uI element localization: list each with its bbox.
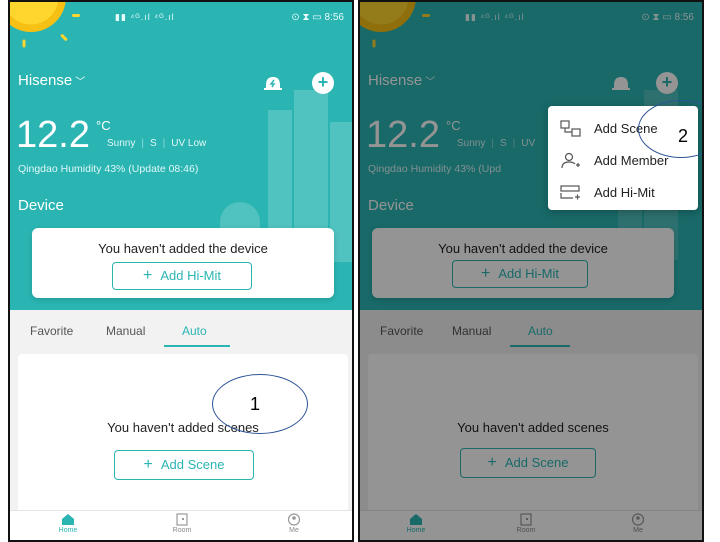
add-scene-label: Add Scene	[160, 457, 225, 472]
temperature: 12.2	[16, 114, 90, 156]
left-phone-screenshot: ▮▮ ⁴ᴳ.ıl ⁴ᴳ.ıl ⊙ ⧗ ▭ 8:56 Hisense ﹀ + 12.…	[8, 0, 354, 542]
weather-condition: Sunny	[107, 138, 136, 149]
temperature-unit: °C	[96, 118, 111, 133]
nav-home-label: Home	[58, 527, 78, 534]
wind-direction: S	[149, 138, 157, 149]
add-button[interactable]: +	[312, 72, 334, 94]
uv-index: UV Low	[171, 138, 207, 149]
add-hi-mit-label: Add Hi-Mit	[160, 268, 222, 283]
add-member-icon	[561, 152, 580, 169]
add-device-icon	[560, 185, 580, 200]
scene-empty-text: You haven't added scenes	[107, 420, 259, 435]
bell-icon[interactable]	[262, 72, 284, 94]
nav-room[interactable]: Room	[152, 513, 212, 534]
menu-add-hi-mit-label: Add Hi-Mit	[594, 185, 655, 200]
signal-indicator: ▮▮ ⁴ᴳ.ıl ⁴ᴳ.ıl	[115, 12, 175, 22]
active-tab-indicator	[164, 345, 230, 347]
menu-add-hi-mit[interactable]: Add Hi-Mit	[548, 176, 698, 208]
sun-ray	[22, 39, 26, 48]
device-empty-text: You haven't added the device	[98, 241, 268, 256]
callout-number-1: 1	[250, 394, 261, 414]
chevron-down-icon: ﹀	[75, 77, 86, 88]
nav-room-label: Room	[172, 527, 192, 534]
device-section-title: Device	[18, 197, 64, 214]
tab-manual[interactable]: Manual	[106, 324, 145, 338]
home-icon	[62, 514, 74, 525]
dim-overlay[interactable]	[360, 2, 702, 540]
right-phone-screenshot: ▮▮ ⁴ᴳ.ıl ⁴ᴳ.ıl ⊙ ⧗ ▭ 8:56 Hisense ﹀ + 12.…	[358, 0, 704, 542]
plus-icon: +	[143, 456, 153, 473]
home-selector[interactable]: Hisense ﹀	[18, 72, 85, 89]
weather-summary: Sunny | S | UV Low	[107, 138, 207, 149]
scene-tabs: Favorite Manual Auto	[10, 310, 352, 350]
add-scene-button[interactable]: + Add Scene	[114, 450, 254, 480]
user-icon	[287, 513, 301, 526]
nav-me-label: Me	[289, 527, 299, 534]
scene-icon	[560, 120, 581, 137]
nav-me[interactable]: Me	[264, 513, 324, 534]
device-empty-card: You haven't added the device + Add Hi-Mit	[32, 228, 334, 298]
location-humidity: Qingdao Humidity 43% (Update 08:46)	[18, 163, 199, 175]
door-icon	[176, 513, 188, 526]
nav-home[interactable]: Home	[38, 513, 98, 534]
status-bar: ▮▮ ⁴ᴳ.ıl ⁴ᴳ.ıl ⊙ ⧗ ▭ 8:56	[10, 10, 352, 28]
plus-icon: +	[142, 267, 153, 284]
tab-auto[interactable]: Auto	[182, 324, 207, 338]
bottom-navigation: Home Room Me	[10, 510, 352, 540]
status-icons-time: ⊙ ⧗ ▭ 8:56	[291, 12, 344, 23]
tab-favorite[interactable]: Favorite	[30, 324, 73, 338]
home-name: Hisense	[18, 72, 73, 89]
scene-empty-card: You haven't added scenes + Add Scene	[18, 354, 348, 514]
callout-number-2: 2	[678, 126, 689, 146]
menu-add-member-label: Add Member	[594, 153, 669, 168]
add-hi-mit-button[interactable]: + Add Hi-Mit	[112, 262, 252, 290]
